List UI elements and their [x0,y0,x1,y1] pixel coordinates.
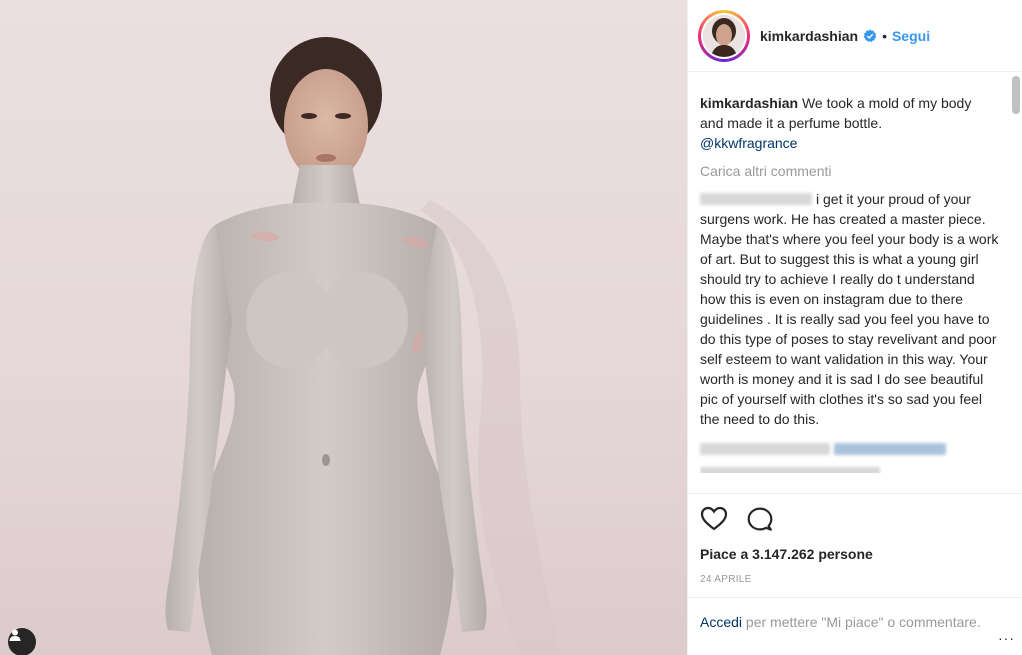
blurred-username[interactable] [700,467,880,473]
user-tag-icon [9,629,21,641]
blurred-username[interactable] [700,443,830,455]
comment-item-partial [700,463,1008,473]
post-header: kimkardashian • Segui [688,0,1022,72]
post-sidebar: kimkardashian • Segui kimkardashian We t… [687,0,1022,655]
follow-button[interactable]: Segui [892,28,930,44]
login-prompt: Accedi per mettere "Mi piace" o commenta… [688,597,1022,646]
post-image-illustration [165,37,560,655]
comments-list[interactable]: kimkardashian We took a mold of my body … [688,73,1008,493]
likes-count[interactable]: Piace a 3.147.262 persone [700,546,1022,562]
blurred-hashtag[interactable] [834,443,946,455]
more-options-button[interactable]: ··· [998,628,1015,648]
caption: kimkardashian We took a mold of my body … [700,93,990,153]
post-container: kimkardashian • Segui kimkardashian We t… [0,0,1022,655]
comment-icon[interactable] [746,505,774,533]
avatar-frame [701,12,747,59]
comments-scrollbar[interactable] [1012,76,1020,114]
action-icons-row [700,504,1022,534]
comment-item: i get it your proud of your surgens work… [700,189,1000,429]
blurred-username[interactable] [700,193,812,205]
login-prompt-text: per mettere "Mi piace" o commentare. [742,614,981,630]
separator-dot: • [882,27,887,44]
post-photo[interactable] [0,0,687,655]
username-link[interactable]: kimkardashian [760,28,858,44]
post-date[interactable]: 24 aprile [700,574,1022,585]
verified-badge-icon [863,29,877,42]
login-link[interactable]: Accedi [700,614,742,630]
comment-text: i get it your proud of your surgens work… [700,191,999,427]
comment-item [700,439,1008,455]
caption-mention-link[interactable]: @kkwfragrance [700,135,797,151]
post-actions: Piace a 3.147.262 persone 24 aprile [688,493,1022,585]
heart-icon[interactable] [700,505,728,533]
user-tag-button[interactable] [8,628,36,655]
avatar[interactable] [703,14,745,57]
story-ring[interactable] [698,9,750,62]
avatar-illustration [703,14,745,57]
load-more-comments-button[interactable]: Carica altri commenti [700,163,1008,179]
caption-username[interactable]: kimkardashian [700,95,798,111]
